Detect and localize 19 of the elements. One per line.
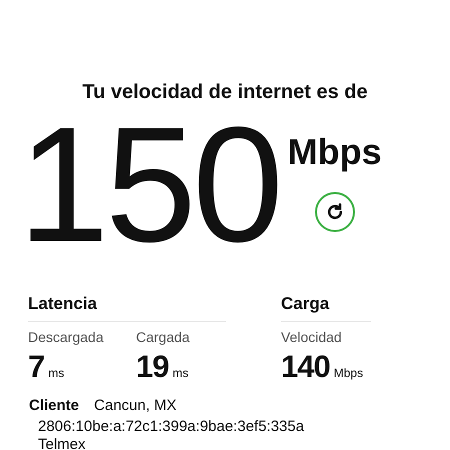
metric-value: 19 <box>136 350 168 384</box>
metric-unit: Mbps <box>334 365 364 382</box>
metric-unit: ms <box>172 365 188 382</box>
speed-value: 150 <box>18 110 280 260</box>
section-title: Latencia <box>28 294 98 314</box>
metric-value: 7 <box>28 350 44 384</box>
speed-unit: Mbps <box>288 132 382 172</box>
client-location: Cancun, MX <box>94 396 177 415</box>
metric-label: Velocidad <box>281 328 343 346</box>
metric-label: Cargada <box>136 328 191 346</box>
metric-label: Descargada <box>28 328 104 346</box>
client-label: Cliente <box>29 396 80 415</box>
refresh-button[interactable] <box>314 192 355 232</box>
metric-value: 140 <box>281 350 330 384</box>
section-title: Carga <box>281 294 330 314</box>
client-ip: 2806:10be:a:72c1:399a:9bae:3ef5:335a <box>37 417 306 436</box>
metric-unit: ms <box>48 365 64 382</box>
client-isp: Telmex <box>37 436 86 450</box>
heading: Tu velocidad de internet es de <box>82 80 368 105</box>
